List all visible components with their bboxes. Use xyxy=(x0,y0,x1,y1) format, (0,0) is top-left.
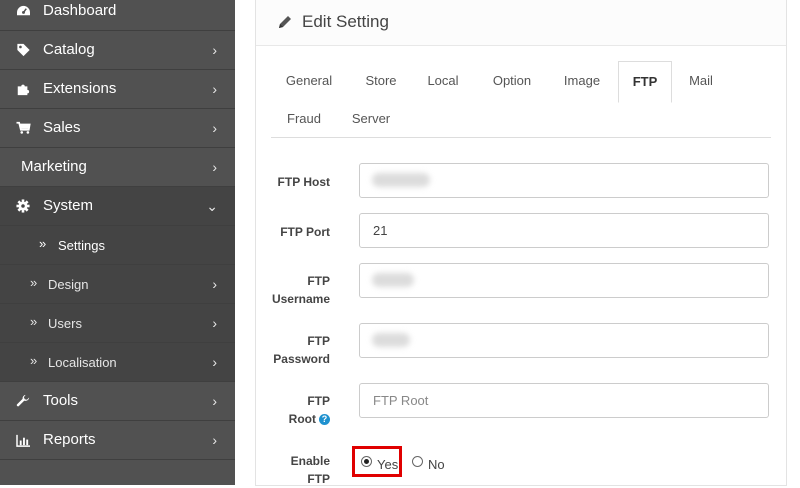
redacted-value xyxy=(372,273,414,287)
sidebar-item-system[interactable]: System ⌄ xyxy=(0,187,235,226)
double-chevron-right-icon: » xyxy=(39,236,47,251)
chevron-right-icon: › xyxy=(212,315,217,331)
sidebar-item-tools[interactable]: Tools › xyxy=(0,382,235,421)
tab-mail[interactable]: Mail xyxy=(679,61,723,101)
label-line: Username xyxy=(271,292,330,306)
tabs-divider xyxy=(271,137,771,138)
ftp-username-input[interactable] xyxy=(359,263,769,298)
ftp-password-input[interactable] xyxy=(359,323,769,358)
ftp-host-label: FTP Host xyxy=(277,175,330,189)
radio-selected-dot xyxy=(364,459,369,464)
ftp-username-label: FTP Username xyxy=(240,272,330,308)
label-line: Enable xyxy=(290,454,330,468)
label-line: FTP xyxy=(307,472,330,486)
enable-ftp-no-radio[interactable] xyxy=(412,456,423,467)
chevron-right-icon: › xyxy=(212,393,217,409)
enable-ftp-yes-radio[interactable] xyxy=(361,456,372,467)
ftp-root-input[interactable]: FTP Root xyxy=(359,383,769,418)
tab-local[interactable]: Local xyxy=(418,61,468,101)
tab-general[interactable]: General xyxy=(277,61,341,101)
pencil-icon xyxy=(277,14,293,30)
sidebar-item-marketing[interactable]: Marketing › xyxy=(0,148,235,187)
cart-icon xyxy=(15,120,31,136)
enable-ftp-yes-label[interactable]: Yes xyxy=(377,457,398,472)
chevron-right-icon: › xyxy=(212,276,217,292)
label-line: Root xyxy=(288,412,316,426)
sidebar-item-label: Reports xyxy=(43,431,96,448)
main-content: Edit Setting General Store Local Option … xyxy=(235,0,800,488)
sidebar-item-label: Marketing xyxy=(21,158,87,175)
sidebar-subitem-settings[interactable]: » Settings xyxy=(0,226,235,265)
sidebar-subitem-design[interactable]: » Design › xyxy=(0,265,235,304)
sidebar-item-label: Tools xyxy=(43,392,79,409)
tab-fraud[interactable]: Fraud xyxy=(277,99,331,139)
puzzle-icon xyxy=(15,81,31,97)
sidebar-item-extensions[interactable]: Extensions › xyxy=(0,70,235,109)
ftp-port-input[interactable]: 21 xyxy=(359,213,769,248)
enable-ftp-no-label[interactable]: No xyxy=(428,457,445,472)
sidebar-subitem-label: Localisation xyxy=(48,355,117,370)
chevron-right-icon: › xyxy=(212,120,217,136)
chevron-right-icon: › xyxy=(212,159,217,175)
double-chevron-right-icon: » xyxy=(30,353,38,368)
enable-ftp-label: Enable FTP xyxy=(240,452,330,488)
redacted-value xyxy=(372,333,410,347)
double-chevron-right-icon: » xyxy=(30,314,38,329)
tab-server[interactable]: Server xyxy=(341,99,401,139)
panel-heading: Edit Setting xyxy=(256,0,786,46)
tab-option[interactable]: Option xyxy=(480,61,544,101)
ftp-password-label: FTP Password xyxy=(240,332,330,368)
redacted-value xyxy=(372,173,430,187)
chevron-right-icon: › xyxy=(212,81,217,97)
tab-image[interactable]: Image xyxy=(553,61,611,101)
gear-icon xyxy=(15,198,31,214)
dashboard-icon xyxy=(15,3,31,19)
sidebar-item-reports[interactable]: Reports › xyxy=(0,421,235,460)
ftp-port-label: FTP Port xyxy=(280,225,330,239)
chevron-down-icon: ⌄ xyxy=(206,198,218,214)
label-line: FTP xyxy=(307,274,330,288)
sidebar-item-catalog[interactable]: Catalog › xyxy=(0,31,235,70)
sidebar-item-dashboard[interactable]: Dashboard xyxy=(0,0,235,31)
sidebar-subitem-label: Settings xyxy=(58,238,105,253)
chevron-right-icon: › xyxy=(212,42,217,58)
sidebar-item-label: Extensions xyxy=(43,80,117,97)
tab-ftp[interactable]: FTP xyxy=(618,61,672,103)
chevron-right-icon: › xyxy=(212,354,217,370)
sidebar-subitem-label: Users xyxy=(48,316,82,331)
double-chevron-right-icon: » xyxy=(30,275,38,290)
panel-title: Edit Setting xyxy=(302,12,389,31)
sidebar-subitem-users[interactable]: » Users › xyxy=(0,304,235,343)
label-line: FTP xyxy=(307,394,330,408)
wrench-icon xyxy=(15,393,31,409)
tag-icon xyxy=(15,42,31,58)
chevron-right-icon: › xyxy=(212,432,217,448)
sidebar-item-sales[interactable]: Sales › xyxy=(0,109,235,148)
label-line: FTP xyxy=(307,334,330,348)
sidebar-item-label: Dashboard xyxy=(43,2,117,19)
ftp-host-input[interactable] xyxy=(359,163,769,198)
sidebar-item-label: Catalog xyxy=(43,41,95,58)
sidebar-item-label: Sales xyxy=(43,119,81,136)
label-line: Password xyxy=(273,352,330,366)
question-circle-icon[interactable]: ? xyxy=(319,414,330,425)
sidebar: Dashboard Catalog › Extensions › Sales ›… xyxy=(0,0,235,485)
ftp-root-label: FTP Root? xyxy=(240,392,330,428)
sidebar-subitem-label: Design xyxy=(48,277,89,292)
sidebar-item-label: System xyxy=(43,197,94,214)
bar-chart-icon xyxy=(15,432,31,448)
sidebar-subitem-localisation[interactable]: » Localisation › xyxy=(0,343,235,382)
tab-store[interactable]: Store xyxy=(353,61,409,101)
